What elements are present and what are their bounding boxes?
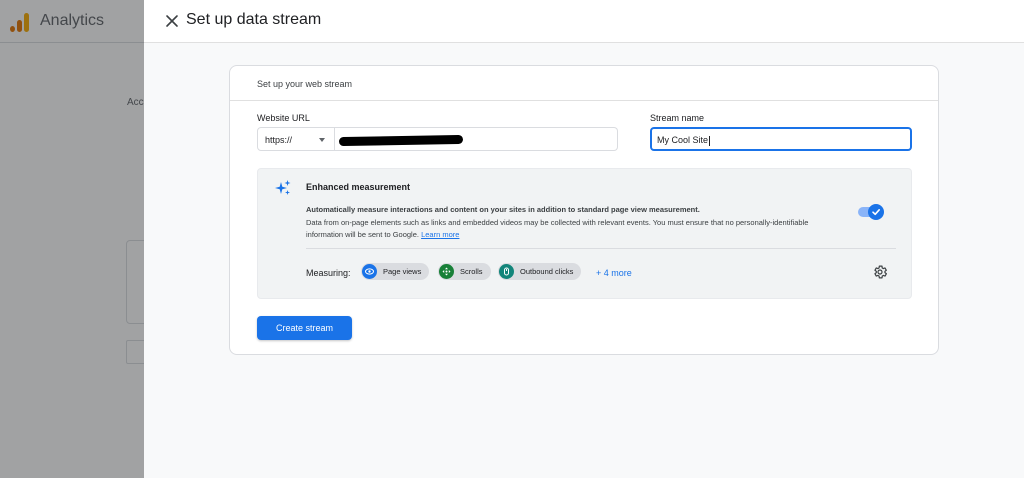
redacted-url <box>338 134 464 147</box>
chip-label: Outbound clicks <box>520 267 574 276</box>
enhanced-measurement-summary: Automatically measure interactions and c… <box>306 205 700 214</box>
website-url-input[interactable] <box>335 127 618 151</box>
eye-icon <box>362 264 377 279</box>
more-measurements-link[interactable]: + 4 more <box>596 268 632 278</box>
create-stream-button[interactable]: Create stream <box>257 316 352 340</box>
measuring-label: Measuring: <box>306 268 351 278</box>
web-stream-card: Set up your web stream Website URL https… <box>229 65 939 355</box>
sparkle-icon <box>275 180 291 195</box>
stream-name-label: Stream name <box>650 113 705 123</box>
enhanced-measurement-description: Data from on-page elements such as links… <box>306 217 836 241</box>
description-text: Data from on-page elements such as links… <box>306 218 809 239</box>
enhanced-measurement-panel: Enhanced measurement Automatically measu… <box>257 168 912 299</box>
protocol-value: https:// <box>265 135 293 145</box>
protocol-select[interactable]: https:// <box>257 127 335 151</box>
website-url-label: Website URL <box>257 113 310 123</box>
stream-name-input[interactable]: My Cool Site <box>650 127 912 151</box>
chip-label: Page views <box>383 267 422 276</box>
toggle-knob <box>868 204 884 220</box>
stream-name-value: My Cool Site <box>657 135 709 145</box>
card-heading: Set up your web stream <box>230 66 938 101</box>
setup-data-stream-sheet: Set up data stream Set up your web strea… <box>144 0 1024 478</box>
check-icon <box>872 209 880 216</box>
scroll-icon <box>439 264 454 279</box>
outbound-click-icon <box>499 264 514 279</box>
sheet-title: Set up data stream <box>186 11 322 28</box>
close-icon <box>166 15 178 27</box>
sheet-body: Set up your web stream Website URL https… <box>144 43 1024 478</box>
chip-outbound-clicks[interactable]: Outbound clicks <box>498 263 582 280</box>
text-cursor <box>709 135 711 146</box>
enhanced-measurement-title: Enhanced measurement <box>306 182 411 192</box>
chip-scrolls[interactable]: Scrolls <box>438 263 491 280</box>
sheet-header: Set up data stream <box>144 0 1024 43</box>
close-button[interactable] <box>162 11 182 31</box>
gear-icon[interactable] <box>872 264 888 280</box>
chevron-down-icon <box>319 138 325 142</box>
divider <box>306 248 896 249</box>
chip-page-views[interactable]: Page views <box>361 263 430 280</box>
learn-more-link[interactable]: Learn more <box>421 230 459 239</box>
chip-label: Scrolls <box>460 267 483 276</box>
enhanced-measurement-toggle[interactable] <box>858 204 884 220</box>
